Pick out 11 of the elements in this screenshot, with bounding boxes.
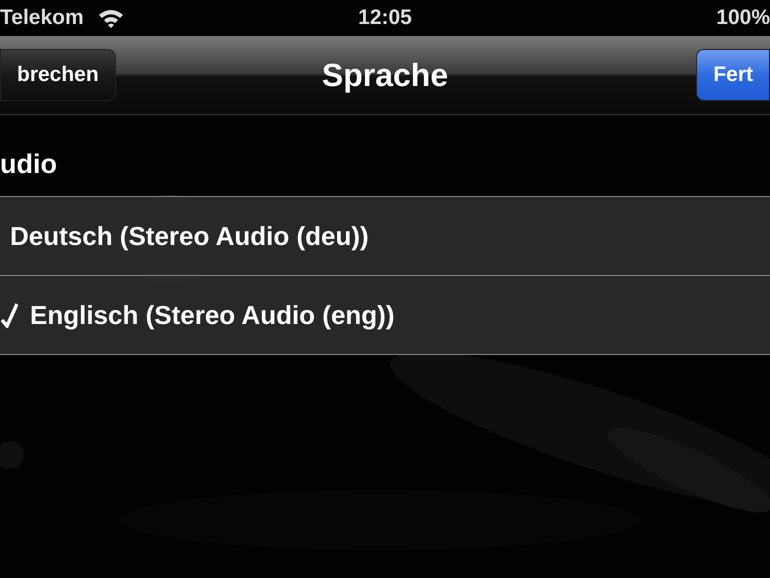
- done-button[interactable]: Fert: [696, 49, 770, 101]
- screen-title: Sprache: [322, 56, 448, 94]
- checkmark-icon: [0, 302, 18, 328]
- battery-percent: 100%: [716, 6, 770, 30]
- clock-time: 12:05: [358, 6, 412, 30]
- wifi-icon: [98, 8, 124, 28]
- section-header: udio: [0, 148, 58, 181]
- carrier-name: Telekom: [0, 6, 84, 30]
- language-option[interactable]: Englisch (Stereo Audio (eng)): [0, 275, 770, 355]
- language-option[interactable]: Deutsch (Stereo Audio (deu)): [0, 196, 770, 275]
- cancel-button[interactable]: brechen: [0, 49, 116, 101]
